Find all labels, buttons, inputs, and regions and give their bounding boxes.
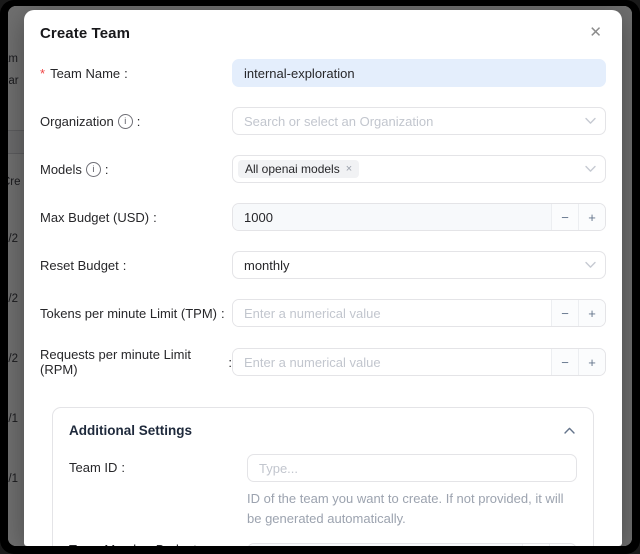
team-member-budget-row: Team Member Budget (USD) ?: − + xyxy=(69,542,577,546)
decrement-button[interactable]: − xyxy=(551,349,578,375)
organization-label: Organization i: xyxy=(40,114,232,129)
info-icon[interactable]: i xyxy=(118,114,133,129)
reset-budget-value: monthly xyxy=(244,258,290,273)
max-budget-label: Max Budget (USD): xyxy=(40,210,232,225)
max-budget-stepper: − + xyxy=(232,203,606,231)
team-id-input[interactable] xyxy=(247,454,577,482)
required-mark: * xyxy=(40,66,45,81)
create-team-modal: Create Team ✕ *Team Name: Organization i… xyxy=(24,10,622,546)
additional-settings-title: Additional Settings xyxy=(69,423,192,438)
team-member-budget-label: Team Member Budget (USD) ?: xyxy=(69,542,247,546)
model-tag: All openai models × xyxy=(238,160,359,178)
organization-row: Organization i: Search or select an Orga… xyxy=(40,107,606,135)
team-member-budget-input[interactable] xyxy=(248,544,522,546)
rpm-stepper: − + xyxy=(232,348,606,376)
rpm-row: Requests per minute Limit (RPM): − + xyxy=(40,347,606,377)
team-id-help-text: ID of the team you want to create. If no… xyxy=(247,489,577,528)
increment-button[interactable]: + xyxy=(578,300,605,326)
organization-select[interactable]: Search or select an Organization xyxy=(232,107,606,135)
max-budget-input[interactable] xyxy=(233,204,551,230)
team-name-row: *Team Name: xyxy=(40,59,606,87)
models-row: Models i: All openai models × xyxy=(40,155,606,183)
increment-button[interactable]: + xyxy=(578,349,605,375)
rpm-input[interactable] xyxy=(233,349,551,375)
reset-budget-label: Reset Budget: xyxy=(40,258,232,273)
reset-budget-row: Reset Budget: monthly xyxy=(40,251,606,279)
chevron-down-icon xyxy=(585,118,596,125)
tag-remove-icon[interactable]: × xyxy=(346,164,352,175)
increment-button[interactable]: + xyxy=(549,544,576,546)
close-icon[interactable]: ✕ xyxy=(587,23,604,42)
additional-settings-section: Additional Settings Team ID: ID of the t… xyxy=(52,407,594,546)
tpm-stepper: − + xyxy=(232,299,606,327)
reset-budget-select[interactable]: monthly xyxy=(232,251,606,279)
max-budget-row: Max Budget (USD): − + xyxy=(40,203,606,231)
tpm-row: Tokens per minute Limit (TPM): − + xyxy=(40,299,606,327)
chevron-down-icon xyxy=(585,166,596,173)
decrement-button[interactable]: − xyxy=(522,544,549,546)
team-id-row: Team ID: ID of the team you want to crea… xyxy=(69,454,577,528)
team-name-label: *Team Name: xyxy=(40,66,232,81)
team-name-input[interactable] xyxy=(232,59,606,87)
chevron-up-icon[interactable] xyxy=(562,425,577,436)
model-tag-label: All openai models xyxy=(245,162,340,176)
info-icon[interactable]: i xyxy=(86,162,101,177)
rpm-label: Requests per minute Limit (RPM): xyxy=(40,347,232,377)
tpm-input[interactable] xyxy=(233,300,551,326)
team-member-budget-stepper: − + xyxy=(247,543,577,546)
models-label: Models i: xyxy=(40,162,232,177)
increment-button[interactable]: + xyxy=(578,204,605,230)
organization-placeholder: Search or select an Organization xyxy=(244,114,433,129)
decrement-button[interactable]: − xyxy=(551,204,578,230)
window: am nar Cre 6/2 6/2 6/2 6/1 6/1 Create Te… xyxy=(0,0,640,554)
decrement-button[interactable]: − xyxy=(551,300,578,326)
models-select[interactable]: All openai models × xyxy=(232,155,606,183)
create-team-form: *Team Name: Organization i: Search or se… xyxy=(40,59,606,546)
team-id-label: Team ID: xyxy=(69,454,247,475)
tpm-label: Tokens per minute Limit (TPM): xyxy=(40,306,232,321)
modal-title: Create Team xyxy=(40,25,130,42)
chevron-down-icon xyxy=(585,262,596,269)
